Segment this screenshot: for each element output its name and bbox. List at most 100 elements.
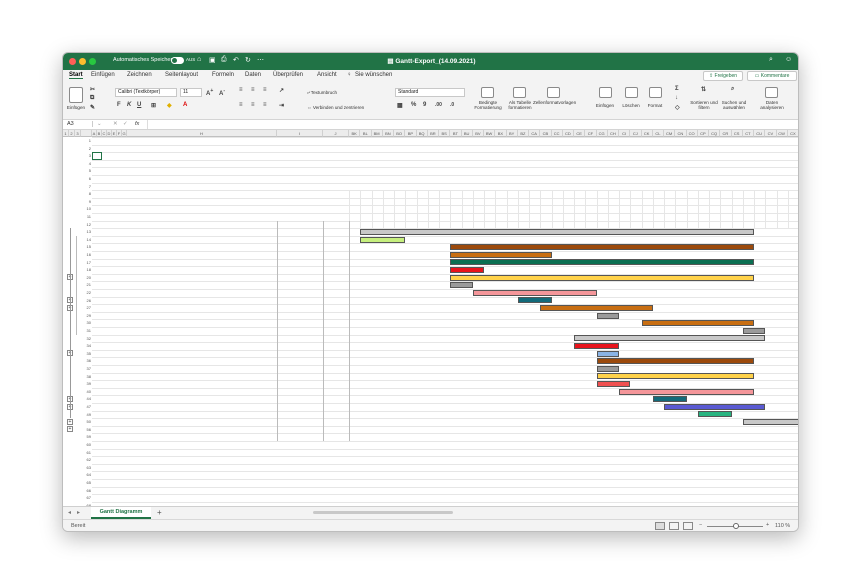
tab-einfuegen[interactable]: Einfügen [91,72,115,78]
sheet-tab-gantt[interactable]: Gantt Diagramm [91,507,151,519]
row-number[interactable]: 31 [82,327,91,334]
column-header[interactable]: CO [686,130,698,137]
shrink-font-icon[interactable]: A- [219,88,225,97]
delete-cells-icon[interactable] [625,87,638,98]
row-number[interactable]: 10 [82,205,91,212]
column-header[interactable]: CP [697,130,709,137]
normal-view-icon[interactable] [655,522,665,530]
row-number[interactable]: 30 [82,319,91,326]
row-number[interactable]: 27 [82,304,91,311]
column-header[interactable]: I [277,130,323,137]
row-number[interactable]: 49 [82,411,91,418]
row-number[interactable]: 14 [82,236,91,243]
align-middle-icon[interactable]: ≡ [251,87,255,93]
insert-cells-label[interactable]: Einfügen [593,103,617,108]
column-header[interactable]: CX [787,130,798,137]
column-header[interactable]: CB [540,130,552,137]
row-number[interactable]: 26 [82,297,91,304]
row-number[interactable]: 9 [82,198,91,205]
row-number[interactable]: 6 [82,175,91,182]
conditional-format-icon[interactable] [481,87,494,98]
confirm-formula-icon[interactable]: ✓ [123,121,128,127]
column-header[interactable]: BQ [416,130,428,137]
cut-icon[interactable]: ✂ [90,86,95,93]
tab-seitenlayout[interactable]: Seitenlayout [165,72,198,78]
formula-input[interactable] [147,120,793,129]
row-number[interactable]: 11 [82,213,91,220]
column-header[interactable]: CA [529,130,541,137]
column-header[interactable]: CQ [709,130,721,137]
wrap-text-button[interactable]: ⤶ Textumbruch [307,90,337,95]
column-header[interactable]: BU [461,130,473,137]
column-header[interactable]: BY [506,130,518,137]
column-header[interactable]: H [127,130,277,137]
row-number[interactable]: 34 [82,342,91,349]
grow-font-icon[interactable]: A+ [206,88,213,97]
column-header[interactable]: CJ [630,130,642,137]
row-number[interactable]: 59 [82,433,91,440]
align-center-icon[interactable]: ≡ [251,102,255,108]
column-header[interactable]: CC [551,130,563,137]
align-top-icon[interactable]: ≡ [239,87,243,93]
underline-button[interactable]: U [137,102,141,108]
row-number[interactable]: 4 [82,160,91,167]
tab-zeichnen[interactable]: Zeichnen [127,72,152,78]
decrease-decimal-icon[interactable]: .0 [450,102,454,108]
column-header[interactable]: CD [562,130,574,137]
font-color-icon[interactable]: A [183,102,187,108]
column-header[interactable]: CR [720,130,732,137]
row-number[interactable]: 62 [82,456,91,463]
bold-button[interactable]: F [117,102,121,108]
column-header[interactable]: BN [382,130,394,137]
select-all-corner[interactable] [81,130,92,137]
row-number[interactable]: 36 [82,357,91,364]
page-layout-view-icon[interactable] [669,522,679,530]
row-number[interactable]: 2 [82,145,91,152]
align-bottom-icon[interactable]: ≡ [263,87,267,93]
format-painter-icon[interactable]: ✎ [90,104,95,111]
column-header[interactable]: BW [484,130,496,137]
row-number[interactable]: 67 [82,494,91,501]
add-sheet-icon[interactable]: + [157,508,162,517]
expand-group-button[interactable]: + [67,426,73,433]
row-number[interactable]: 5 [82,167,91,174]
row-number[interactable]: 32 [82,335,91,342]
column-header[interactable]: BV [472,130,484,137]
row-number[interactable]: 22 [82,289,91,296]
row-number[interactable]: 37 [82,365,91,372]
align-right-icon[interactable]: ≡ [263,102,267,108]
find-select-label[interactable]: Suchen und auswählen [719,100,749,110]
row-number[interactable]: 18 [82,266,91,273]
row-number[interactable]: 44 [82,395,91,402]
column-header[interactable]: CF [585,130,597,137]
tab-daten[interactable]: Daten [245,72,261,78]
cell-styles-label[interactable]: Zellenformatvorlagen [533,100,576,105]
column-header[interactable]: J [323,130,349,137]
autosum-icon[interactable]: Σ [675,86,679,92]
row-number[interactable]: 29 [82,312,91,319]
tab-ueberpruefen[interactable]: Überprüfen [273,72,303,78]
percent-icon[interactable]: % [411,102,416,108]
column-header[interactable]: BT [450,130,462,137]
cancel-formula-icon[interactable]: ✕ [113,121,118,127]
row-number[interactable]: 63 [82,464,91,471]
tell-me-search[interactable]: Sie wünschen [355,72,392,78]
row-number[interactable]: 7 [82,183,91,190]
row-number[interactable]: 20 [82,274,91,281]
name-box[interactable]: A3 [67,121,93,127]
zoom-slider-handle[interactable] [733,523,739,529]
font-name-select[interactable]: Calibri (Textkörper) [115,88,177,97]
paste-icon[interactable] [69,87,83,103]
sort-filter-label[interactable]: Sortieren und filtern [689,100,719,110]
currency-icon[interactable]: ▦ [397,102,403,109]
insert-cells-icon[interactable] [599,87,612,98]
row-number[interactable]: 60 [82,441,91,448]
column-header[interactable]: CM [664,130,676,137]
format-cells-label[interactable]: Format [643,103,667,108]
delete-cells-label[interactable]: Löschen [619,103,643,108]
fill-color-icon[interactable]: ◆ [167,102,172,109]
align-left-icon[interactable]: ≡ [239,102,243,108]
format-cells-icon[interactable] [649,87,662,98]
column-header[interactable]: BM [371,130,383,137]
column-header[interactable]: CL [652,130,664,137]
